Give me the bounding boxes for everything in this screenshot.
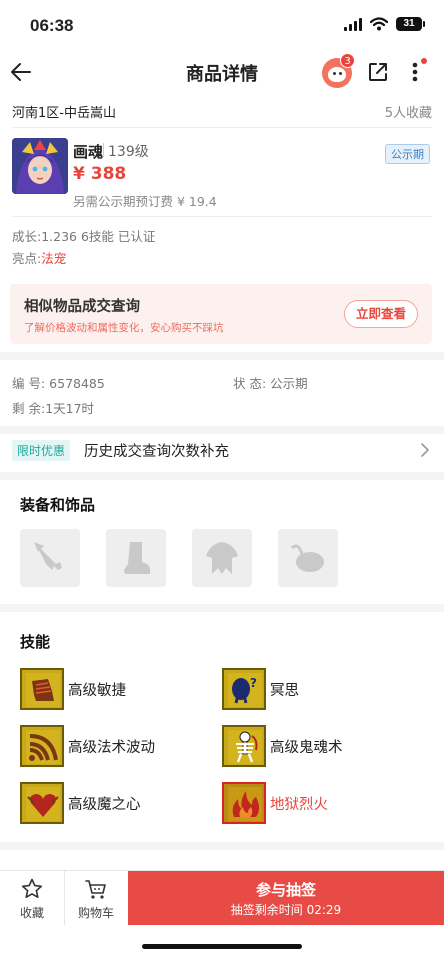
character-avatar: [12, 138, 68, 194]
battery-icon: 31: [396, 17, 425, 31]
promo-text: 历史成交查询次数补充: [84, 444, 229, 460]
item-id-label: 编 号:: [12, 376, 46, 391]
skills-title: 技能: [20, 633, 51, 651]
bottom-action-bar: 收藏 购物车 参与抽签 抽签剩余时间 02:29: [0, 870, 444, 925]
skill-item[interactable]: 高级敏捷: [20, 668, 200, 712]
home-indicator: [142, 944, 302, 949]
skill-item[interactable]: 高级法术波动: [20, 725, 200, 769]
fire-icon: [222, 782, 266, 824]
skill-item[interactable]: ? 冥思: [222, 668, 402, 712]
lottery-countdown: 抽签剩余时间 02:29: [230, 903, 342, 917]
item-name: 画魂: [73, 143, 104, 161]
boots-icon: [20, 668, 64, 710]
growth-info: 成长:1.236 6技能 已认证: [12, 229, 156, 244]
section-separator: [0, 472, 444, 480]
skill-item[interactable]: 高级鬼魂术: [222, 725, 402, 769]
skill-name: 地狱烈火: [270, 797, 328, 813]
divider: [12, 216, 432, 217]
wifi-icon: [370, 17, 388, 31]
nav-bar: 商品详情 3: [0, 52, 444, 92]
query-title: 相似物品成交查询: [24, 299, 140, 315]
highlight-label: 亮点:: [12, 251, 42, 266]
limited-offer-tag: 限时优惠: [12, 440, 71, 461]
cart-button[interactable]: 购物车: [64, 871, 128, 925]
similar-deal-query-banner[interactable]: 相似物品成交查询 了解价格波动和属性变化，安心购买不踩坑 立即查看: [10, 284, 432, 344]
section-separator: [0, 426, 444, 434]
item-price: ¥ 388: [73, 164, 127, 184]
cart-label: 购物车: [77, 906, 114, 920]
item-status-label: 状 态:: [233, 376, 267, 391]
item-status-value: 公示期: [270, 376, 308, 391]
server-row: 河南1区-中岳嵩山 5人收藏: [12, 102, 432, 126]
status-time: 06:38: [30, 16, 74, 35]
meditation-icon: ?: [222, 668, 266, 710]
section-separator: [0, 604, 444, 612]
skill-name: 高级法术波动: [68, 740, 155, 756]
highlight-value: 法宠: [41, 251, 67, 266]
server-name: 河南1区-中岳嵩山: [12, 106, 116, 121]
wave-icon: [20, 725, 64, 767]
sword-icon: [34, 542, 62, 570]
notification-dot: [421, 58, 427, 64]
item-id-value: 6578485: [49, 376, 105, 391]
chevron-right-icon: [421, 443, 429, 457]
skill-item[interactable]: 地狱烈火: [222, 782, 402, 826]
item-id: 编 号: 6578485: [12, 373, 105, 392]
join-lottery-button[interactable]: 参与抽签 抽签剩余时间 02:29: [128, 871, 444, 925]
remaining-value: 1天17时: [45, 401, 95, 416]
item-card: 画魂 139级 ¥ 388 另需公示期预订费 ¥ 19.4 公示期: [12, 138, 432, 209]
status-icons: 31: [344, 17, 425, 31]
heart-icon: [20, 782, 64, 824]
cart-badge: 3: [340, 53, 355, 68]
accessory-icon: [290, 544, 324, 572]
equipment-weapon-slot[interactable]: [20, 529, 80, 587]
cloak-icon: [206, 542, 238, 574]
lottery-title: 参与抽签: [255, 881, 316, 899]
star-icon: [21, 878, 43, 898]
skill-name: 高级魔之心: [68, 797, 141, 813]
share-icon[interactable]: [366, 60, 390, 84]
item-status: 状 态: 公示期: [233, 373, 308, 392]
highlight-row: 亮点:法宠: [12, 248, 66, 267]
public-period-tag: 公示期: [385, 144, 430, 164]
svg-text:?: ?: [250, 676, 257, 690]
divider: [12, 127, 432, 128]
equipment-boots-slot[interactable]: [106, 529, 166, 587]
boot-icon: [124, 542, 150, 574]
skill-name: 高级敏捷: [68, 683, 126, 699]
promo-row[interactable]: 限时优惠 历史成交查询次数补充: [12, 436, 432, 466]
skill-item[interactable]: 高级魔之心: [20, 782, 200, 826]
favorite-button[interactable]: 收藏: [0, 871, 64, 925]
cart-icon: [85, 880, 106, 899]
remaining-time: 剩 余:1天17时: [12, 398, 94, 417]
status-bar: 06:38 31: [0, 0, 444, 52]
skill-name: 高级鬼魂术: [270, 740, 343, 756]
item-level: 139级: [103, 141, 149, 161]
favorite-label: 收藏: [19, 906, 44, 920]
favorite-count: 5人收藏: [384, 106, 432, 121]
signal-icon: [344, 17, 362, 31]
section-separator: [0, 842, 444, 850]
view-now-button[interactable]: 立即查看: [344, 300, 418, 328]
equipment-title: 装备和饰品: [20, 496, 96, 514]
skeleton-icon: [222, 725, 266, 767]
equipment-armor-slot[interactable]: [192, 529, 252, 587]
query-subtitle: 了解价格波动和属性变化，安心购买不踩坑: [24, 322, 224, 334]
equipment-accessory-slot[interactable]: [278, 529, 338, 587]
deposit-note: 另需公示期预订费 ¥ 19.4: [73, 194, 217, 209]
section-separator: [0, 352, 444, 360]
skill-name: 冥思: [270, 683, 299, 699]
remaining-label: 剩 余:: [12, 401, 46, 416]
